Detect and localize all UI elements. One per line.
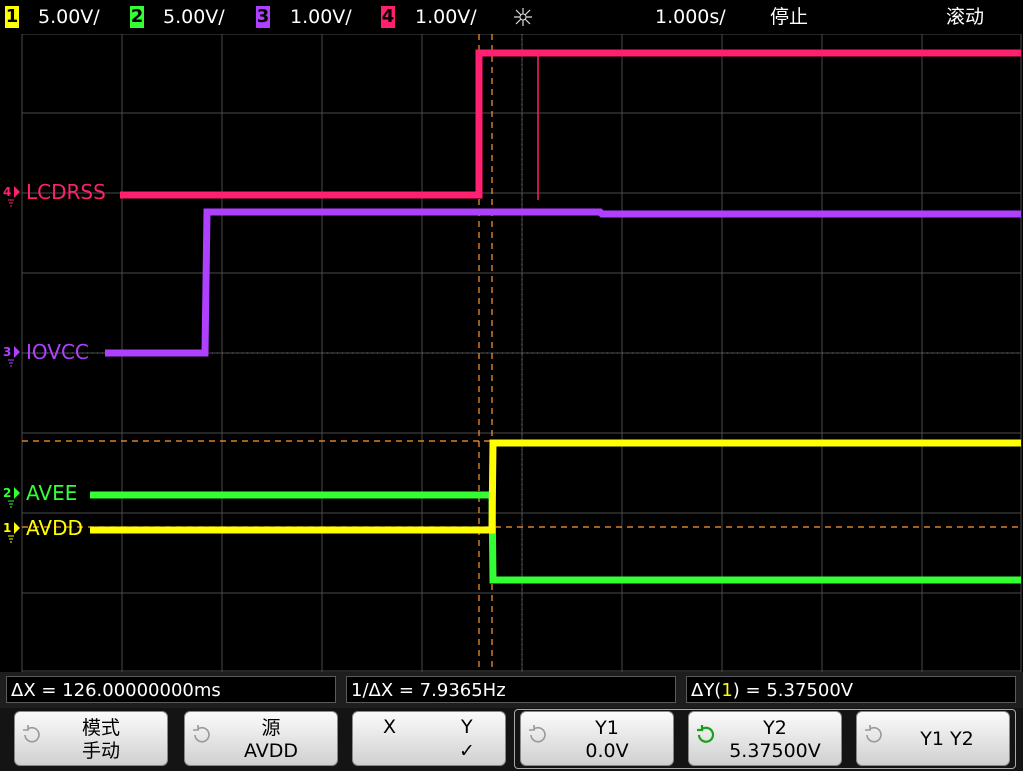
source-softkey-value: AVDD: [243, 740, 299, 762]
source-softkey[interactable]: 源 AVDD: [184, 711, 338, 766]
channel-3-badge[interactable]: 3: [256, 6, 270, 28]
avee-channel-marker: 2: [3, 486, 12, 500]
run-state: 停止: [770, 6, 809, 28]
acquisition-mode: 滚动: [946, 6, 985, 28]
waveform-area: [8, 34, 1022, 672]
softkey-bar: 模式 手动 源 AVDD X Y ✓ Y1 0.0V Y2 5.37500V Y…: [0, 708, 1023, 771]
delta-y-channel: 1: [721, 680, 733, 701]
x-option: X: [383, 716, 397, 738]
channel-4-scale: 1.00V/: [415, 6, 477, 28]
y1-y2-softkey[interactable]: Y1 Y2: [856, 711, 1010, 766]
delta-y-value: ) = 5.37500V: [732, 680, 854, 701]
y1-y2-softkey-label: Y1 Y2: [920, 728, 974, 750]
y2-softkey-label: Y2: [763, 717, 787, 739]
xy-softkey[interactable]: X Y ✓: [352, 711, 506, 766]
trace-avdd: [90, 439, 1021, 534]
delta-y-readout: ΔY(1) = 5.37500V: [686, 676, 1016, 703]
avee-label: AVEE: [26, 481, 78, 505]
source-softkey-label: 源: [261, 717, 281, 739]
trigger-asterisk-icon: [514, 8, 532, 26]
mode-softkey[interactable]: 模式 手动: [14, 711, 168, 766]
y-option: Y: [461, 716, 473, 738]
channel-2-badge[interactable]: 2: [130, 6, 144, 28]
scope-display: 4 LCDRSS 3 IOVCC 2 AVEE 1 AVDD: [0, 34, 1023, 672]
delta-y-prefix: ΔY(: [691, 680, 722, 701]
rotate-knob-icon: [865, 725, 882, 743]
trace-avee: [90, 491, 1021, 584]
avdd-label: AVDD: [26, 516, 83, 540]
y2-softkey-value: 5.37500V: [729, 740, 821, 762]
y2-softkey[interactable]: Y2 5.37500V: [688, 711, 842, 766]
channel-1-scale: 5.00V/: [38, 6, 100, 28]
y1-softkey[interactable]: Y1 0.0V: [520, 711, 674, 766]
inverse-delta-x-readout: 1/ΔX = 7.9365Hz: [346, 676, 676, 703]
channel-4-badge[interactable]: 4: [381, 6, 395, 28]
lcdrss-label: LCDRSS: [26, 180, 106, 204]
lcdrss-channel-marker: 4: [3, 185, 12, 199]
channel-2-scale: 5.00V/: [163, 6, 225, 28]
iovcc-label: IOVCC: [26, 340, 89, 364]
trace-lcdrss: [120, 49, 1021, 200]
mode-softkey-label: 模式: [81, 717, 120, 739]
delta-x-readout: ΔX = 126.00000000ms: [6, 676, 336, 703]
status-bar: 1 5.00V/ 2 5.00V/ 3 1.00V/ 4 1.00V/ 1.00…: [0, 0, 1023, 34]
channel-1-badge[interactable]: 1: [5, 6, 19, 28]
iovcc-channel-marker: 3: [3, 345, 12, 359]
y1-softkey-value: 0.0V: [585, 740, 629, 762]
channel-3-scale: 1.00V/: [290, 6, 352, 28]
trace-iovcc: [105, 208, 1021, 357]
measurement-bar: ΔX = 126.00000000ms 1/ΔX = 7.9365Hz ΔY(1…: [0, 672, 1023, 708]
y-selected-check: ✓: [459, 740, 475, 762]
avdd-channel-marker: 1: [3, 521, 12, 535]
y1-softkey-label: Y1: [595, 717, 619, 739]
timebase-readout: 1.000s/: [655, 6, 726, 28]
mode-softkey-value: 手动: [81, 740, 120, 762]
